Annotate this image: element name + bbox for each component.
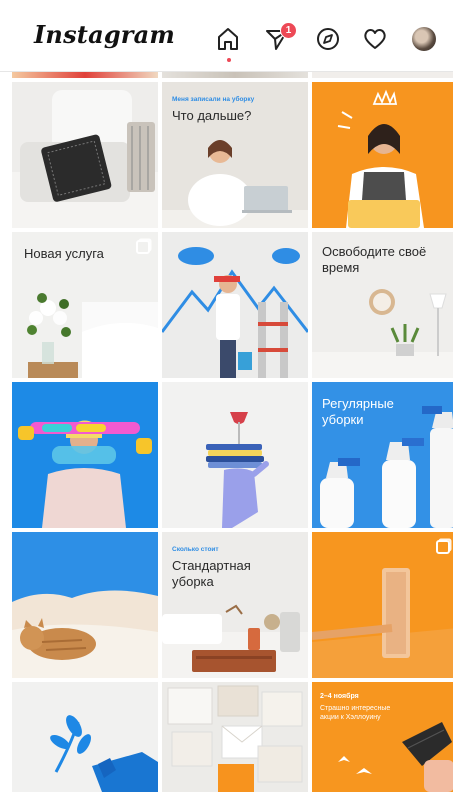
post-title: Что дальше? [172, 108, 252, 123]
post-envelopes[interactable] [162, 682, 308, 792]
explore-icon[interactable] [315, 26, 341, 52]
post-standard-cleaning[interactable]: Сколько стоит Стандартная уборка [162, 532, 308, 678]
post-plant-glove[interactable] [12, 682, 158, 792]
post-sofa-pillow[interactable] [12, 82, 158, 228]
post-caption-small: 2–4 ноября [320, 693, 359, 700]
multiple-photos-icon [436, 540, 450, 554]
post-glove-towels[interactable] [162, 382, 308, 528]
post-caption-small: Меня записали на уборку [172, 96, 255, 103]
profile-avatar[interactable] [412, 27, 436, 51]
post-woman-orange[interactable] [312, 82, 453, 228]
home-icon[interactable] [215, 26, 241, 52]
post-roller-orange[interactable] [312, 532, 453, 678]
active-indicator [227, 58, 231, 62]
post-title: Освободите своё время [322, 244, 427, 275]
post-what-next[interactable]: Меня записали на уборку Что дальше? [162, 82, 308, 228]
post-title: Страшно интересные акции к Хэллоуину [320, 705, 391, 721]
top-navigation-bar: Instagram 1 [0, 0, 453, 72]
direct-notification-badge: 1 [280, 22, 297, 39]
post-title: Регулярные уборки [322, 396, 394, 427]
instagram-logo[interactable]: Instagram [34, 20, 175, 49]
post-free-your-time[interactable]: Освободите своё время [312, 232, 453, 378]
post-cat-bed[interactable] [12, 532, 158, 678]
multiple-photos-icon [136, 240, 150, 254]
post-duster-blue[interactable] [12, 382, 158, 528]
post-title: Новая услуга [24, 246, 104, 261]
post-regular-cleaning[interactable]: Регулярные уборки [312, 382, 453, 528]
post-mountains-ladder[interactable] [162, 232, 308, 378]
post-new-service[interactable]: Новая услуга [12, 232, 158, 378]
post-caption-small: Сколько стоит [172, 546, 219, 553]
post-halloween-promo[interactable]: 2–4 ноября Страшно интересные акции к Хэ… [312, 682, 453, 792]
heart-icon[interactable] [362, 26, 388, 52]
post-title: Стандартная уборка [172, 558, 251, 589]
